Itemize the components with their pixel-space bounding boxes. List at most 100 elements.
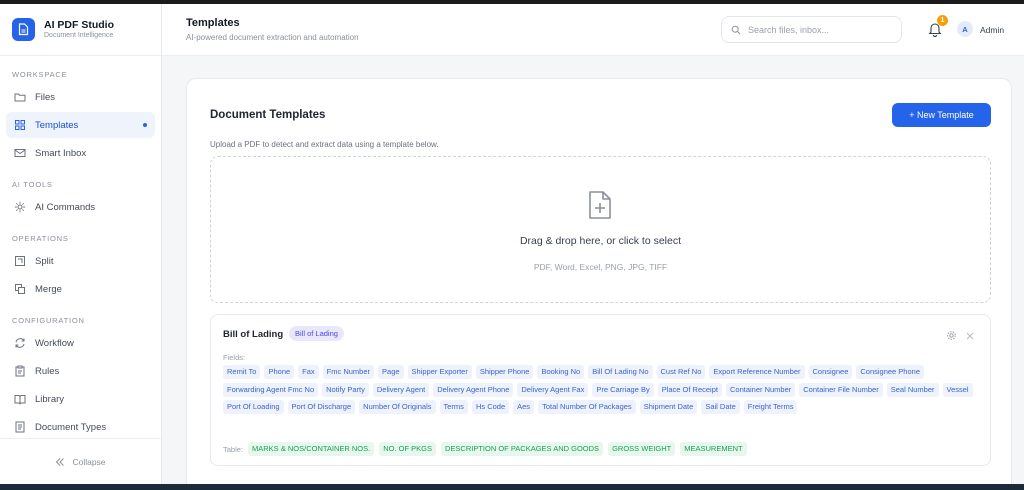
- section-ai-tools: AI TOOLS: [12, 180, 53, 189]
- collapse-label: Collapse: [72, 456, 106, 467]
- field-chip-list: Remit To Phone Fax Fmc Number Page Shipper Ex…: [223, 365, 983, 418]
- field-chip: Number Of Originals: [359, 400, 436, 414]
- merge-icon: [14, 283, 26, 295]
- page-title: Templates: [186, 17, 240, 29]
- field-chip: Notify Party: [322, 382, 369, 397]
- new-template-button[interactable]: + New Template: [892, 103, 991, 127]
- field-chip: Delivery Agent: [372, 382, 430, 397]
- field-chip: Consignee: [808, 365, 853, 379]
- field-chip: Page: [378, 365, 404, 379]
- field-chip: Fax: [298, 365, 319, 379]
- search-input[interactable]: [748, 24, 888, 35]
- table-column-chip: GROSS WEIGHT: [608, 442, 676, 456]
- field-chip: Shipper Exporter: [407, 365, 472, 379]
- sidebar-item-document-types[interactable]: Document Types: [6, 414, 155, 440]
- dropzone-title: Drag & drop here, or click to select: [519, 235, 682, 247]
- sidebar-item-label: Templates: [35, 119, 79, 131]
- sidebar-item-label: AI Commands: [35, 201, 96, 213]
- sidebar-item-label: Rules: [35, 365, 60, 377]
- card-description: Upload a PDF to detect and extract data …: [210, 140, 439, 149]
- sidebar-item-label: Library: [35, 393, 65, 405]
- field-chip: Shipment Date: [639, 400, 698, 414]
- sidebar-item-label: Smart Inbox: [35, 147, 87, 159]
- folder-icon: [14, 91, 26, 103]
- chevrons-left-icon: [55, 457, 65, 467]
- sidebar-item-files[interactable]: Files: [6, 84, 155, 110]
- field-chip: Bill Of Lading No: [588, 365, 653, 379]
- card-title: Document Templates: [210, 109, 326, 121]
- split-icon: [14, 255, 26, 267]
- active-indicator: [143, 123, 147, 127]
- field-chip: Remit To: [223, 365, 261, 379]
- sidebar-item-library[interactable]: Library: [6, 386, 155, 412]
- app-subtitle: Document Intelligence: [44, 31, 114, 39]
- sidebar-item-merge[interactable]: Merge: [6, 276, 155, 302]
- close-icon[interactable]: [965, 328, 975, 340]
- sidebar-item-label: Split: [35, 255, 54, 267]
- app-logo-icon: [12, 18, 35, 41]
- field-chip: Container Number: [725, 382, 796, 397]
- sidebar-item-label: Merge: [35, 283, 62, 295]
- sidebar: AI PDF Studio Document Intelligence WORK…: [0, 4, 162, 484]
- field-chip: Pre Carriage By: [592, 382, 654, 397]
- sparkle-icon: [14, 201, 26, 213]
- field-chip: Port Of Discharge: [287, 400, 356, 414]
- file-plus-icon: [587, 190, 613, 220]
- field-chip: Cust Ref No: [656, 365, 706, 379]
- sidebar-item-split[interactable]: Split: [6, 248, 155, 274]
- field-chip: Fmc Number: [322, 365, 375, 379]
- field-chip: Export Reference Number: [709, 365, 805, 379]
- avatar[interactable]: A: [957, 21, 973, 37]
- sidebar-item-ai-commands[interactable]: AI Commands: [6, 194, 155, 220]
- field-chip: Freight Terms: [743, 400, 798, 414]
- top-header: Templates AI-powered document extraction…: [162, 4, 1024, 56]
- collapse-button[interactable]: Collapse: [0, 438, 161, 484]
- file-dropzone[interactable]: Drag & drop here, or click to select PDF…: [210, 156, 991, 303]
- template-card-bill-of-lading[interactable]: Bill of Lading Bill of Lading Fields: Re…: [210, 314, 991, 466]
- sidebar-item-workflow[interactable]: Workflow: [6, 330, 155, 356]
- field-chip: Terms: [439, 400, 468, 414]
- sidebar-item-rules[interactable]: Rules: [6, 358, 155, 384]
- document-icon: [14, 421, 26, 433]
- notification-count-badge: 1: [937, 15, 948, 26]
- field-chip: Sail Date: [701, 400, 740, 414]
- app-name: AI PDF Studio: [44, 18, 114, 31]
- field-chip: Phone: [264, 365, 295, 379]
- sidebar-item-label: Workflow: [35, 337, 74, 349]
- dropzone-formats: PDF, Word, Excel, PNG, JPG, TIFF: [533, 262, 668, 272]
- grid-icon: [14, 119, 26, 131]
- field-chip: Hs Code: [471, 400, 510, 414]
- settings-gear-icon[interactable]: [946, 328, 957, 340]
- page-subtitle: AI-powered document extraction and autom…: [186, 33, 359, 42]
- main-content: Document Templates + New Template Upload…: [162, 56, 1024, 490]
- field-chip: Place Of Receipt: [657, 382, 722, 397]
- clipboard-icon: [14, 365, 26, 377]
- brand: AI PDF Studio Document Intelligence: [0, 4, 161, 56]
- table-column-chip: DESCRIPTION OF PACKAGES AND GOODS: [441, 442, 604, 456]
- workflow-icon: [14, 337, 26, 349]
- template-type-badge: Bill of Lading: [289, 326, 344, 341]
- sidebar-item-templates[interactable]: Templates: [6, 112, 155, 138]
- field-chip: Delivery Agent Phone: [433, 382, 514, 397]
- template-name: Bill of Lading: [223, 329, 284, 340]
- search-box[interactable]: [721, 16, 902, 43]
- user-name[interactable]: Admin: [980, 25, 1004, 35]
- field-chip: Forwarding Agent Fmc No: [223, 382, 319, 397]
- book-icon: [14, 393, 26, 405]
- field-chip: Vessel: [942, 382, 973, 397]
- search-icon: [731, 25, 741, 35]
- field-chip: Seal Number: [886, 382, 939, 397]
- field-chip: Delivery Agent Fax: [517, 382, 589, 397]
- table-label: Table:: [223, 444, 244, 454]
- table-columns-row: Table: MARKS & NOS/CONTAINER NOS. NO. OF …: [223, 442, 752, 456]
- table-column-chip: MARKS & NOS/CONTAINER NOS.: [248, 442, 375, 456]
- field-chip: Booking No: [537, 365, 585, 379]
- section-configuration: CONFIGURATION: [12, 316, 85, 325]
- mail-icon: [14, 147, 26, 159]
- sidebar-item-label: Document Types: [35, 421, 107, 433]
- sidebar-item-smart-inbox[interactable]: Smart Inbox: [6, 140, 155, 166]
- table-column-chip: MEASUREMENT: [680, 442, 747, 456]
- section-workspace: WORKSPACE: [12, 70, 68, 79]
- fields-label: Fields:: [223, 353, 246, 362]
- field-chip: Port Of Loading: [223, 400, 284, 414]
